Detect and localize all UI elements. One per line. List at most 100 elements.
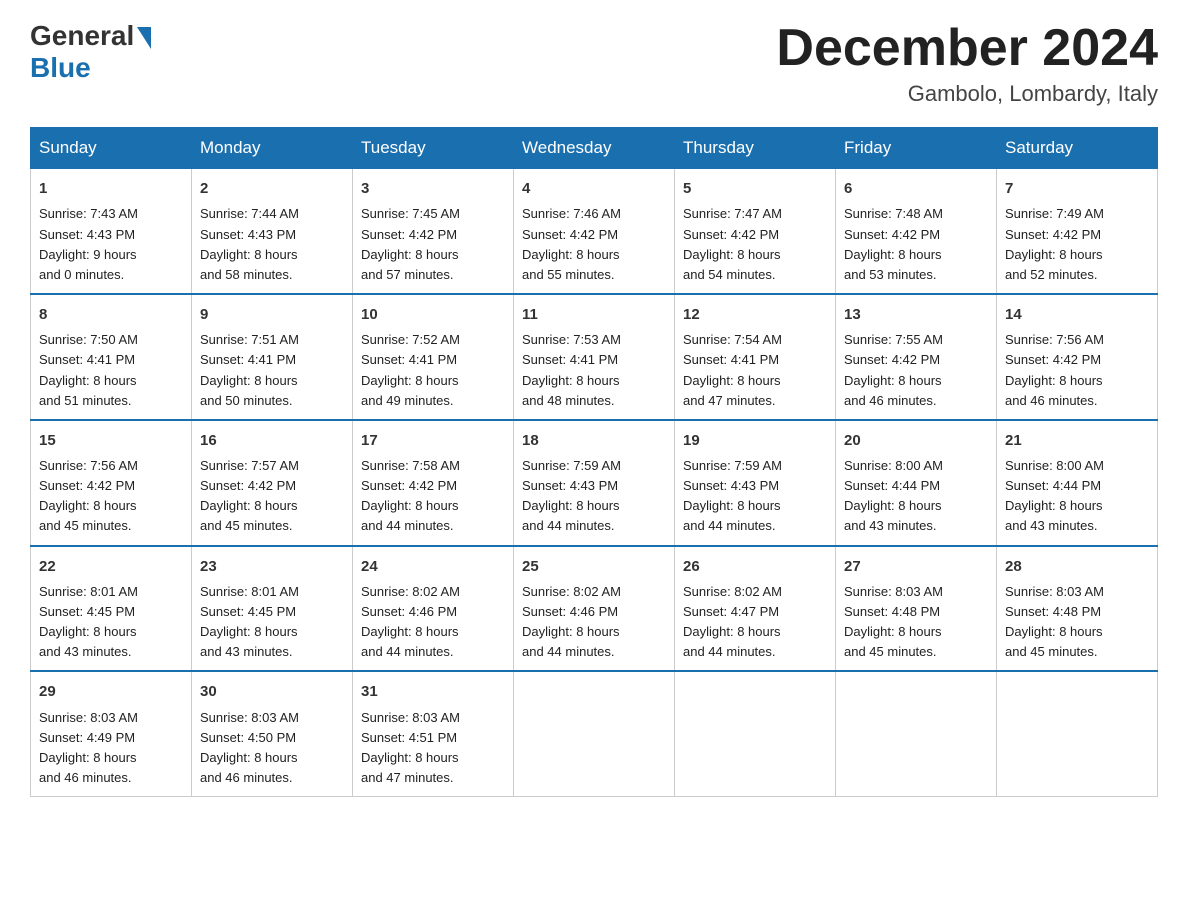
calendar-day-cell: 24Sunrise: 8:02 AMSunset: 4:46 PMDayligh… — [353, 546, 514, 672]
day-info: Sunrise: 7:57 AMSunset: 4:42 PMDaylight:… — [200, 456, 344, 537]
calendar-week-row: 15 Sunrise: 7:56 AMSunset: 4:42 PMDayligh… — [31, 420, 1158, 546]
calendar-day-cell: 13Sunrise: 7:55 AMSunset: 4:42 PMDayligh… — [836, 294, 997, 420]
day-info: Sunrise: 8:03 AMSunset: 4:48 PMDaylight:… — [1005, 582, 1149, 663]
calendar-day-cell: 29 Sunrise: 8:03 AMSunset: 4:49 PMDayligh… — [31, 671, 192, 796]
empty-cell — [997, 671, 1158, 796]
day-info: Sunrise: 7:56 AMSunset: 4:42 PMDaylight:… — [39, 456, 183, 537]
page-header: General Blue December 2024 Gambolo, Lomb… — [30, 20, 1158, 107]
calendar-day-cell: 3Sunrise: 7:45 AMSunset: 4:42 PMDaylight… — [353, 169, 514, 294]
calendar-day-cell: 8Sunrise: 7:50 AMSunset: 4:41 PMDaylight… — [31, 294, 192, 420]
calendar-day-cell: 26 Sunrise: 8:02 AMSunset: 4:47 PMDayligh… — [675, 546, 836, 672]
calendar-day-cell: 11 Sunrise: 7:53 AMSunset: 4:41 PMDayligh… — [514, 294, 675, 420]
calendar-week-row: 22 Sunrise: 8:01 AMSunset: 4:45 PMDayligh… — [31, 546, 1158, 672]
day-info: Sunrise: 7:43 AMSunset: 4:43 PMDaylight:… — [39, 204, 183, 285]
day-number: 5 — [683, 177, 827, 200]
day-info: Sunrise: 8:03 AMSunset: 4:51 PMDaylight:… — [361, 708, 505, 789]
column-header-wednesday: Wednesday — [514, 128, 675, 169]
day-number: 8 — [39, 303, 183, 326]
day-info: Sunrise: 8:03 AMSunset: 4:50 PMDaylight:… — [200, 708, 344, 789]
calendar-day-cell: 31 Sunrise: 8:03 AMSunset: 4:51 PMDayligh… — [353, 671, 514, 796]
calendar-week-row: 8Sunrise: 7:50 AMSunset: 4:41 PMDaylight… — [31, 294, 1158, 420]
day-number: 30 — [200, 680, 344, 703]
calendar-day-cell: 27Sunrise: 8:03 AMSunset: 4:48 PMDayligh… — [836, 546, 997, 672]
calendar-week-row: 1 Sunrise: 7:43 AMSunset: 4:43 PMDaylight… — [31, 169, 1158, 294]
calendar-day-cell: 1 Sunrise: 7:43 AMSunset: 4:43 PMDaylight… — [31, 169, 192, 294]
calendar-day-cell: 21 Sunrise: 8:00 AMSunset: 4:44 PMDayligh… — [997, 420, 1158, 546]
day-number: 21 — [1005, 429, 1149, 452]
calendar-day-cell: 2 Sunrise: 7:44 AMSunset: 4:43 PMDaylight… — [192, 169, 353, 294]
day-number: 19 — [683, 429, 827, 452]
day-number: 18 — [522, 429, 666, 452]
day-number: 20 — [844, 429, 988, 452]
day-info: Sunrise: 8:03 AMSunset: 4:49 PMDaylight:… — [39, 708, 183, 789]
logo-triangle-icon — [137, 27, 151, 49]
day-info: Sunrise: 7:59 AMSunset: 4:43 PMDaylight:… — [683, 456, 827, 537]
day-number: 24 — [361, 555, 505, 578]
day-number: 31 — [361, 680, 505, 703]
day-info: Sunrise: 7:44 AMSunset: 4:43 PMDaylight:… — [200, 204, 344, 285]
calendar-day-cell: 15 Sunrise: 7:56 AMSunset: 4:42 PMDayligh… — [31, 420, 192, 546]
day-number: 12 — [683, 303, 827, 326]
day-info: Sunrise: 7:51 AMSunset: 4:41 PMDaylight:… — [200, 330, 344, 411]
day-number: 3 — [361, 177, 505, 200]
calendar-table: SundayMondayTuesdayWednesdayThursdayFrid… — [30, 127, 1158, 797]
calendar-day-cell: 19 Sunrise: 7:59 AMSunset: 4:43 PMDayligh… — [675, 420, 836, 546]
day-number: 17 — [361, 429, 505, 452]
day-info: Sunrise: 8:00 AMSunset: 4:44 PMDaylight:… — [1005, 456, 1149, 537]
empty-cell — [836, 671, 997, 796]
day-info: Sunrise: 7:52 AMSunset: 4:41 PMDaylight:… — [361, 330, 505, 411]
calendar-day-cell: 20 Sunrise: 8:00 AMSunset: 4:44 PMDayligh… — [836, 420, 997, 546]
day-info: Sunrise: 7:58 AMSunset: 4:42 PMDaylight:… — [361, 456, 505, 537]
logo: General Blue — [30, 20, 151, 84]
day-number: 14 — [1005, 303, 1149, 326]
calendar-week-row: 29 Sunrise: 8:03 AMSunset: 4:49 PMDayligh… — [31, 671, 1158, 796]
day-info: Sunrise: 7:53 AMSunset: 4:41 PMDaylight:… — [522, 330, 666, 411]
day-number: 1 — [39, 177, 183, 200]
calendar-day-cell: 30 Sunrise: 8:03 AMSunset: 4:50 PMDayligh… — [192, 671, 353, 796]
calendar-day-cell: 7 Sunrise: 7:49 AMSunset: 4:42 PMDaylight… — [997, 169, 1158, 294]
empty-cell — [514, 671, 675, 796]
logo-general-text: General — [30, 20, 134, 52]
calendar-day-cell: 10 Sunrise: 7:52 AMSunset: 4:41 PMDayligh… — [353, 294, 514, 420]
calendar-day-cell: 9Sunrise: 7:51 AMSunset: 4:41 PMDaylight… — [192, 294, 353, 420]
day-number: 26 — [683, 555, 827, 578]
calendar-day-cell: 5 Sunrise: 7:47 AMSunset: 4:42 PMDaylight… — [675, 169, 836, 294]
day-number: 7 — [1005, 177, 1149, 200]
calendar-day-cell: 4Sunrise: 7:46 AMSunset: 4:42 PMDaylight… — [514, 169, 675, 294]
day-number: 2 — [200, 177, 344, 200]
day-number: 25 — [522, 555, 666, 578]
day-number: 10 — [361, 303, 505, 326]
calendar-day-cell: 28Sunrise: 8:03 AMSunset: 4:48 PMDayligh… — [997, 546, 1158, 672]
day-number: 29 — [39, 680, 183, 703]
day-info: Sunrise: 7:47 AMSunset: 4:42 PMDaylight:… — [683, 204, 827, 285]
calendar-day-cell: 16 Sunrise: 7:57 AMSunset: 4:42 PMDayligh… — [192, 420, 353, 546]
day-number: 27 — [844, 555, 988, 578]
column-header-sunday: Sunday — [31, 128, 192, 169]
day-number: 22 — [39, 555, 183, 578]
calendar-day-cell: 23 Sunrise: 8:01 AMSunset: 4:45 PMDayligh… — [192, 546, 353, 672]
column-header-thursday: Thursday — [675, 128, 836, 169]
day-number: 11 — [522, 303, 666, 326]
column-header-friday: Friday — [836, 128, 997, 169]
calendar-day-cell: 18 Sunrise: 7:59 AMSunset: 4:43 PMDayligh… — [514, 420, 675, 546]
day-info: Sunrise: 8:01 AMSunset: 4:45 PMDaylight:… — [200, 582, 344, 663]
day-number: 16 — [200, 429, 344, 452]
day-number: 15 — [39, 429, 183, 452]
day-info: Sunrise: 7:55 AMSunset: 4:42 PMDaylight:… — [844, 330, 988, 411]
day-info: Sunrise: 7:59 AMSunset: 4:43 PMDaylight:… — [522, 456, 666, 537]
column-header-monday: Monday — [192, 128, 353, 169]
calendar-day-cell: 6Sunrise: 7:48 AMSunset: 4:42 PMDaylight… — [836, 169, 997, 294]
day-number: 23 — [200, 555, 344, 578]
day-info: Sunrise: 8:02 AMSunset: 4:47 PMDaylight:… — [683, 582, 827, 663]
empty-cell — [675, 671, 836, 796]
calendar-day-cell: 22 Sunrise: 8:01 AMSunset: 4:45 PMDayligh… — [31, 546, 192, 672]
day-info: Sunrise: 7:54 AMSunset: 4:41 PMDaylight:… — [683, 330, 827, 411]
day-info: Sunrise: 7:49 AMSunset: 4:42 PMDaylight:… — [1005, 204, 1149, 285]
day-info: Sunrise: 8:01 AMSunset: 4:45 PMDaylight:… — [39, 582, 183, 663]
column-header-tuesday: Tuesday — [353, 128, 514, 169]
calendar-day-cell: 17 Sunrise: 7:58 AMSunset: 4:42 PMDayligh… — [353, 420, 514, 546]
calendar-day-cell: 12 Sunrise: 7:54 AMSunset: 4:41 PMDayligh… — [675, 294, 836, 420]
calendar-day-cell: 14Sunrise: 7:56 AMSunset: 4:42 PMDayligh… — [997, 294, 1158, 420]
day-info: Sunrise: 8:00 AMSunset: 4:44 PMDaylight:… — [844, 456, 988, 537]
column-header-saturday: Saturday — [997, 128, 1158, 169]
